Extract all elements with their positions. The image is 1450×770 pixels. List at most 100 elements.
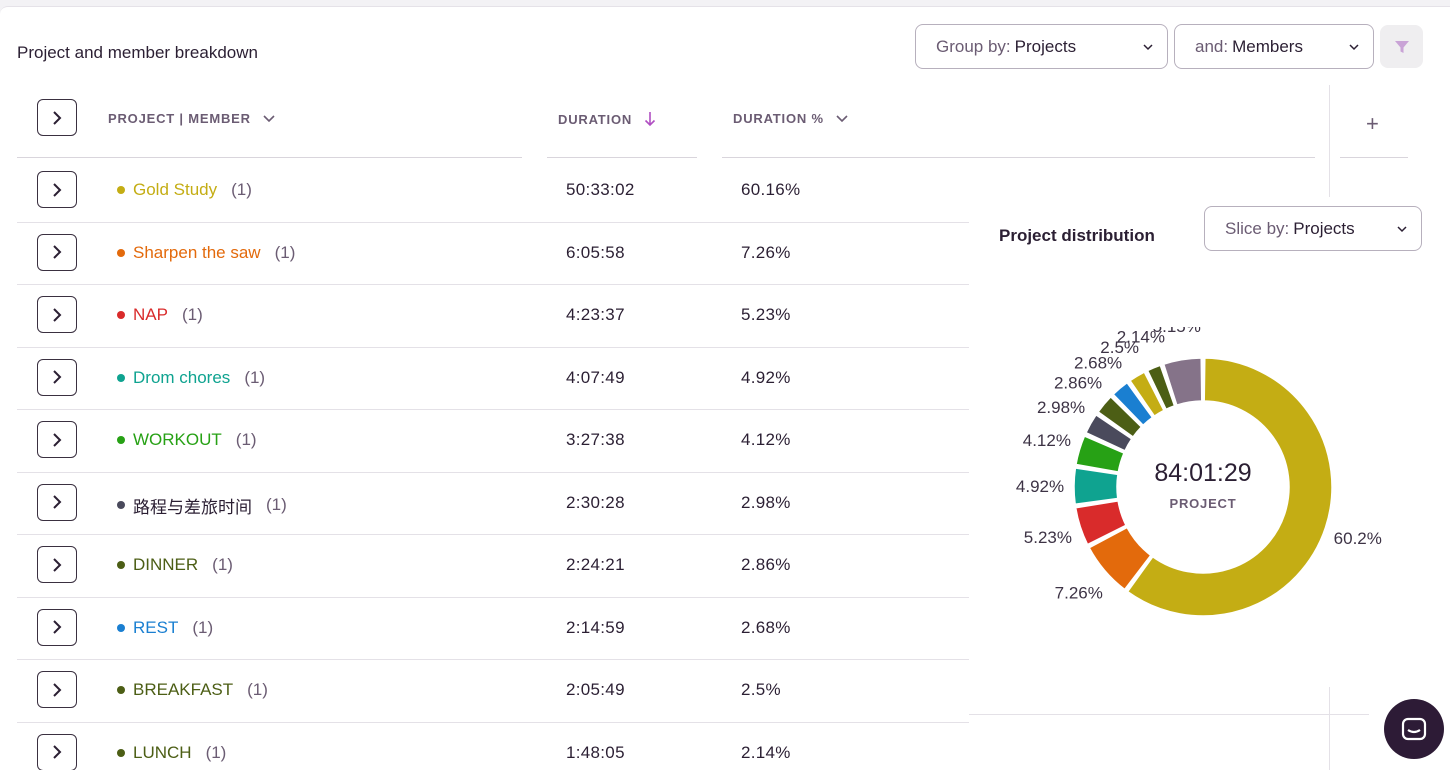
duration-percent-cell: 2.98% bbox=[741, 492, 791, 512]
chevron-right-icon bbox=[53, 558, 62, 572]
donut-slice[interactable] bbox=[1126, 357, 1333, 617]
project-name: NAP bbox=[133, 305, 168, 325]
chevron-right-icon bbox=[53, 745, 62, 759]
member-count: (1) bbox=[205, 742, 227, 762]
row-expand-button[interactable] bbox=[37, 546, 77, 584]
chat-launcher-button[interactable] bbox=[1384, 699, 1444, 759]
chevron-down-icon bbox=[1397, 225, 1407, 232]
project-distribution-donut-chart: 60.2%7.26%5.23%4.92%4.12%2.98%2.86%2.68%… bbox=[1016, 327, 1382, 617]
row-divider bbox=[17, 534, 969, 535]
project-name: DINNER bbox=[133, 555, 199, 575]
row-expand-button[interactable] bbox=[37, 296, 77, 334]
slice-by-select[interactable]: Slice by: Projects bbox=[1204, 206, 1422, 251]
row-expand-button[interactable] bbox=[37, 358, 77, 396]
project-name-cell[interactable]: REST (1) bbox=[117, 618, 213, 638]
donut-slice[interactable] bbox=[1073, 467, 1119, 505]
group-by-value: Projects bbox=[1014, 36, 1077, 56]
column-header-duration-percent[interactable]: DURATION % bbox=[733, 111, 848, 126]
project-name-cell[interactable]: LUNCH (1) bbox=[117, 743, 226, 763]
project-name-cell[interactable]: Sharpen the saw (1) bbox=[117, 243, 295, 263]
chevron-right-icon bbox=[53, 433, 62, 447]
project-color-dot bbox=[117, 373, 125, 382]
filter-button[interactable] bbox=[1380, 25, 1423, 68]
duration-cell: 1:48:05 bbox=[566, 742, 625, 762]
and-value: Members bbox=[1232, 36, 1303, 56]
duration-percent-cell: 2.86% bbox=[741, 555, 791, 575]
chevron-down-icon bbox=[1143, 43, 1153, 50]
project-name-cell[interactable]: BREAKFAST (1) bbox=[117, 680, 268, 700]
member-count: (1) bbox=[266, 495, 287, 515]
slice-by-value: Projects bbox=[1293, 218, 1355, 238]
project-name-cell[interactable]: Drom chores (1) bbox=[117, 368, 265, 388]
project-name-cell[interactable]: NAP (1) bbox=[117, 305, 203, 325]
project-name: LUNCH bbox=[133, 742, 192, 762]
duration-percent-cell: 2.14% bbox=[741, 742, 791, 762]
member-count: (1) bbox=[244, 367, 266, 387]
project-color-dot bbox=[117, 311, 125, 320]
member-count: (1) bbox=[247, 680, 268, 700]
header-divider bbox=[1340, 157, 1408, 158]
sort-descending-icon bbox=[644, 112, 656, 127]
project-color-dot bbox=[117, 501, 125, 510]
donut-slice-label: 4.92% bbox=[1016, 477, 1064, 496]
donut-slice-label: 5.15% bbox=[1153, 327, 1201, 336]
chevron-right-icon bbox=[53, 110, 62, 125]
project-color-dot bbox=[117, 186, 125, 195]
row-expand-button[interactable] bbox=[37, 233, 77, 271]
distribution-title: Project distribution bbox=[999, 226, 1155, 245]
project-name-cell[interactable]: 路程与差旅时间 (1) bbox=[117, 493, 287, 518]
filter-icon bbox=[1394, 40, 1409, 53]
column-divider bbox=[1329, 85, 1330, 197]
duration-cell: 2:24:21 bbox=[566, 555, 625, 575]
duration-percent-cell: 2.68% bbox=[741, 617, 791, 637]
slice-by-label: Slice by: bbox=[1225, 218, 1290, 238]
member-count: (1) bbox=[231, 180, 252, 200]
duration-cell: 4:07:49 bbox=[566, 367, 625, 387]
duration-percent-cell: 60.16% bbox=[741, 180, 801, 200]
row-divider bbox=[17, 284, 969, 285]
and-select[interactable]: and: Members bbox=[1174, 24, 1374, 69]
duration-percent-cell: 7.26% bbox=[741, 242, 791, 262]
add-column-button[interactable]: + bbox=[1366, 111, 1379, 137]
row-expand-button[interactable] bbox=[37, 421, 77, 459]
member-count: (1) bbox=[212, 555, 233, 575]
row-divider bbox=[17, 346, 969, 348]
duration-percent-cell: 4.12% bbox=[741, 430, 791, 450]
project-name-cell[interactable]: Gold Study (1) bbox=[117, 180, 252, 200]
column-header-duration-percent-label: DURATION % bbox=[733, 111, 824, 126]
row-expand-button[interactable] bbox=[37, 671, 77, 709]
duration-cell: 2:30:28 bbox=[566, 492, 625, 512]
project-name: Drom chores bbox=[133, 367, 231, 387]
chevron-right-icon bbox=[53, 308, 62, 322]
column-header-project[interactable]: PROJECT | MEMBER bbox=[108, 111, 275, 126]
row-expand-button[interactable] bbox=[37, 171, 77, 209]
row-expand-button[interactable] bbox=[37, 483, 77, 521]
donut-slice-label: 5.23% bbox=[1024, 528, 1072, 547]
duration-cell: 50:33:02 bbox=[566, 180, 635, 200]
project-name: Sharpen the saw bbox=[133, 242, 261, 262]
header-divider bbox=[547, 157, 697, 158]
row-divider bbox=[17, 659, 969, 660]
project-name-cell[interactable]: DINNER (1) bbox=[117, 555, 233, 575]
project-name: WORKOUT bbox=[133, 430, 222, 450]
chevron-down-icon bbox=[1349, 43, 1359, 50]
header-divider bbox=[722, 157, 1315, 158]
expand-all-button[interactable] bbox=[37, 99, 77, 136]
row-expand-button[interactable] bbox=[37, 733, 77, 770]
project-name: 路程与差旅时间 bbox=[133, 497, 252, 517]
row-divider bbox=[17, 471, 969, 473]
project-name-cell[interactable]: WORKOUT (1) bbox=[117, 430, 257, 450]
chevron-down-icon bbox=[263, 114, 275, 122]
duration-percent-cell: 2.5% bbox=[741, 680, 781, 700]
page-title: Project and member breakdown bbox=[17, 43, 258, 62]
column-header-duration[interactable]: DURATION bbox=[558, 111, 656, 127]
column-header-project-label: PROJECT | MEMBER bbox=[108, 111, 251, 126]
chevron-down-icon bbox=[836, 114, 848, 122]
row-expand-button[interactable] bbox=[37, 608, 77, 646]
duration-cell: 2:14:59 bbox=[566, 617, 625, 637]
donut-slice-label: 60.2% bbox=[1334, 529, 1382, 548]
chevron-right-icon bbox=[53, 620, 62, 634]
group-by-select[interactable]: Group by: Projects bbox=[915, 24, 1168, 69]
duration-cell: 6:05:58 bbox=[566, 242, 625, 262]
donut-center-label: PROJECT bbox=[1169, 496, 1236, 511]
